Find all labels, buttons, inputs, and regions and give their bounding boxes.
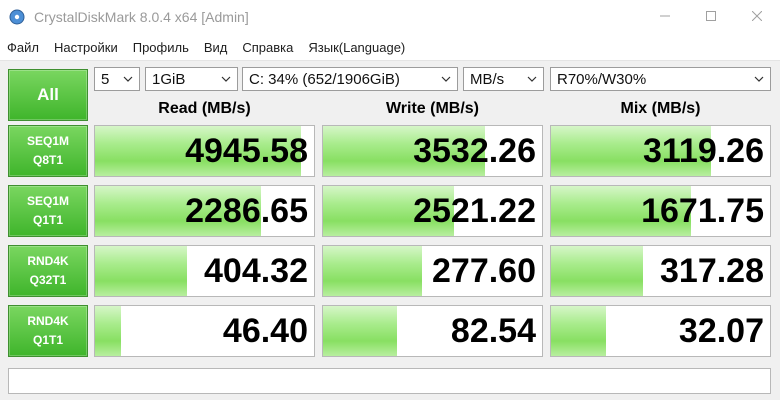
test-label-line2: Q32T1 [29, 273, 67, 287]
menu-profile[interactable]: Профиль [126, 40, 197, 55]
mix-select[interactable]: R70%/W30% [550, 67, 771, 91]
unit-select[interactable]: MB/s [463, 67, 544, 91]
title-bar: CrystalDiskMark 8.0.4 x64 [Admin] [0, 0, 780, 34]
chevron-down-icon [221, 74, 231, 84]
test-label-line1: SEQ1M [26, 194, 69, 208]
menu-bar: Файл Настройки Профиль Вид Справка Язык(… [0, 34, 780, 61]
chevron-down-icon [441, 74, 451, 84]
count-value: 5 [101, 70, 110, 88]
test-button-rnd4k-q32t1[interactable]: RND4K Q32T1 [8, 245, 88, 297]
result-value: 4945.58 [185, 131, 308, 170]
test-button-rnd4k-q1t1[interactable]: RND4K Q1T1 [8, 305, 88, 357]
result-read-rnd4k-q32t1: 404.32 [94, 245, 315, 297]
result-bar [551, 246, 643, 296]
result-mix-seq1m-q1t1: 1671.75 [550, 185, 771, 237]
result-bar [95, 306, 122, 356]
result-mix-seq1m-q8t1: 3119.26 [550, 125, 771, 177]
result-value: 82.54 [450, 311, 536, 350]
test-label-line1: SEQ1M [26, 134, 69, 148]
result-write-seq1m-q1t1: 2521.22 [322, 185, 543, 237]
result-bar [95, 246, 187, 296]
chevron-down-icon [754, 74, 764, 84]
result-value: 317.28 [660, 251, 764, 290]
mix-header: Mix (MB/s) [620, 100, 701, 117]
status-bar [8, 368, 771, 394]
menu-file[interactable]: Файл [0, 40, 47, 55]
menu-view[interactable]: Вид [197, 40, 236, 55]
result-value: 32.07 [678, 311, 764, 350]
app-disk-icon [9, 9, 25, 25]
result-value: 404.32 [204, 251, 308, 290]
result-mix-rnd4k-q32t1: 317.28 [550, 245, 771, 297]
result-bar [551, 306, 606, 356]
main-panel: All 5 1GiB C: 34% (652/1906GiB) MB/s R70… [0, 61, 780, 400]
result-bar [323, 306, 398, 356]
result-mix-rnd4k-q1t1: 32.07 [550, 305, 771, 357]
minimize-button[interactable] [642, 0, 688, 34]
chevron-down-icon [527, 74, 537, 84]
drive-value: C: 34% (652/1906GiB) [249, 70, 400, 88]
size-select[interactable]: 1GiB [145, 67, 238, 91]
result-write-rnd4k-q1t1: 82.54 [322, 305, 543, 357]
read-header: Read (MB/s) [158, 100, 251, 117]
mix-value: R70%/W30% [557, 70, 647, 88]
test-label-line1: RND4K [27, 254, 69, 268]
result-write-rnd4k-q32t1: 277.60 [322, 245, 543, 297]
menu-settings[interactable]: Настройки [47, 40, 126, 55]
minimize-icon [660, 8, 670, 26]
all-button[interactable]: All [8, 69, 88, 121]
drive-select[interactable]: C: 34% (652/1906GiB) [242, 67, 458, 91]
result-read-seq1m-q8t1: 4945.58 [94, 125, 315, 177]
result-value: 277.60 [432, 251, 536, 290]
maximize-icon [706, 8, 716, 26]
test-label-line2: Q1T1 [32, 213, 63, 227]
close-icon [751, 8, 763, 26]
chevron-down-icon [123, 74, 133, 84]
window-controls [642, 0, 780, 34]
result-read-rnd4k-q1t1: 46.40 [94, 305, 315, 357]
window-title: CrystalDiskMark 8.0.4 x64 [Admin] [34, 9, 249, 25]
size-value: 1GiB [152, 70, 186, 88]
result-value: 3119.26 [642, 131, 764, 170]
result-value: 2521.22 [413, 191, 536, 230]
menu-language[interactable]: Язык(Language) [301, 40, 413, 55]
menu-help[interactable]: Справка [235, 40, 301, 55]
result-read-seq1m-q1t1: 2286.65 [94, 185, 315, 237]
result-bar [323, 246, 422, 296]
result-value: 2286.65 [185, 191, 308, 230]
result-write-seq1m-q8t1: 3532.26 [322, 125, 543, 177]
result-value: 1671.75 [641, 191, 764, 230]
maximize-button[interactable] [688, 0, 734, 34]
test-label-line2: Q8T1 [32, 153, 63, 167]
close-button[interactable] [734, 0, 780, 34]
write-header: Write (MB/s) [385, 100, 480, 117]
test-button-seq1m-q1t1[interactable]: SEQ1M Q1T1 [8, 185, 88, 237]
test-label-line2: Q1T1 [32, 333, 63, 347]
result-value: 46.40 [222, 311, 308, 350]
unit-value: MB/s [470, 70, 505, 88]
test-label-line1: RND4K [27, 314, 69, 328]
test-button-seq1m-q8t1[interactable]: SEQ1M Q8T1 [8, 125, 88, 177]
count-select[interactable]: 5 [94, 67, 140, 91]
result-value: 3532.26 [413, 131, 536, 170]
